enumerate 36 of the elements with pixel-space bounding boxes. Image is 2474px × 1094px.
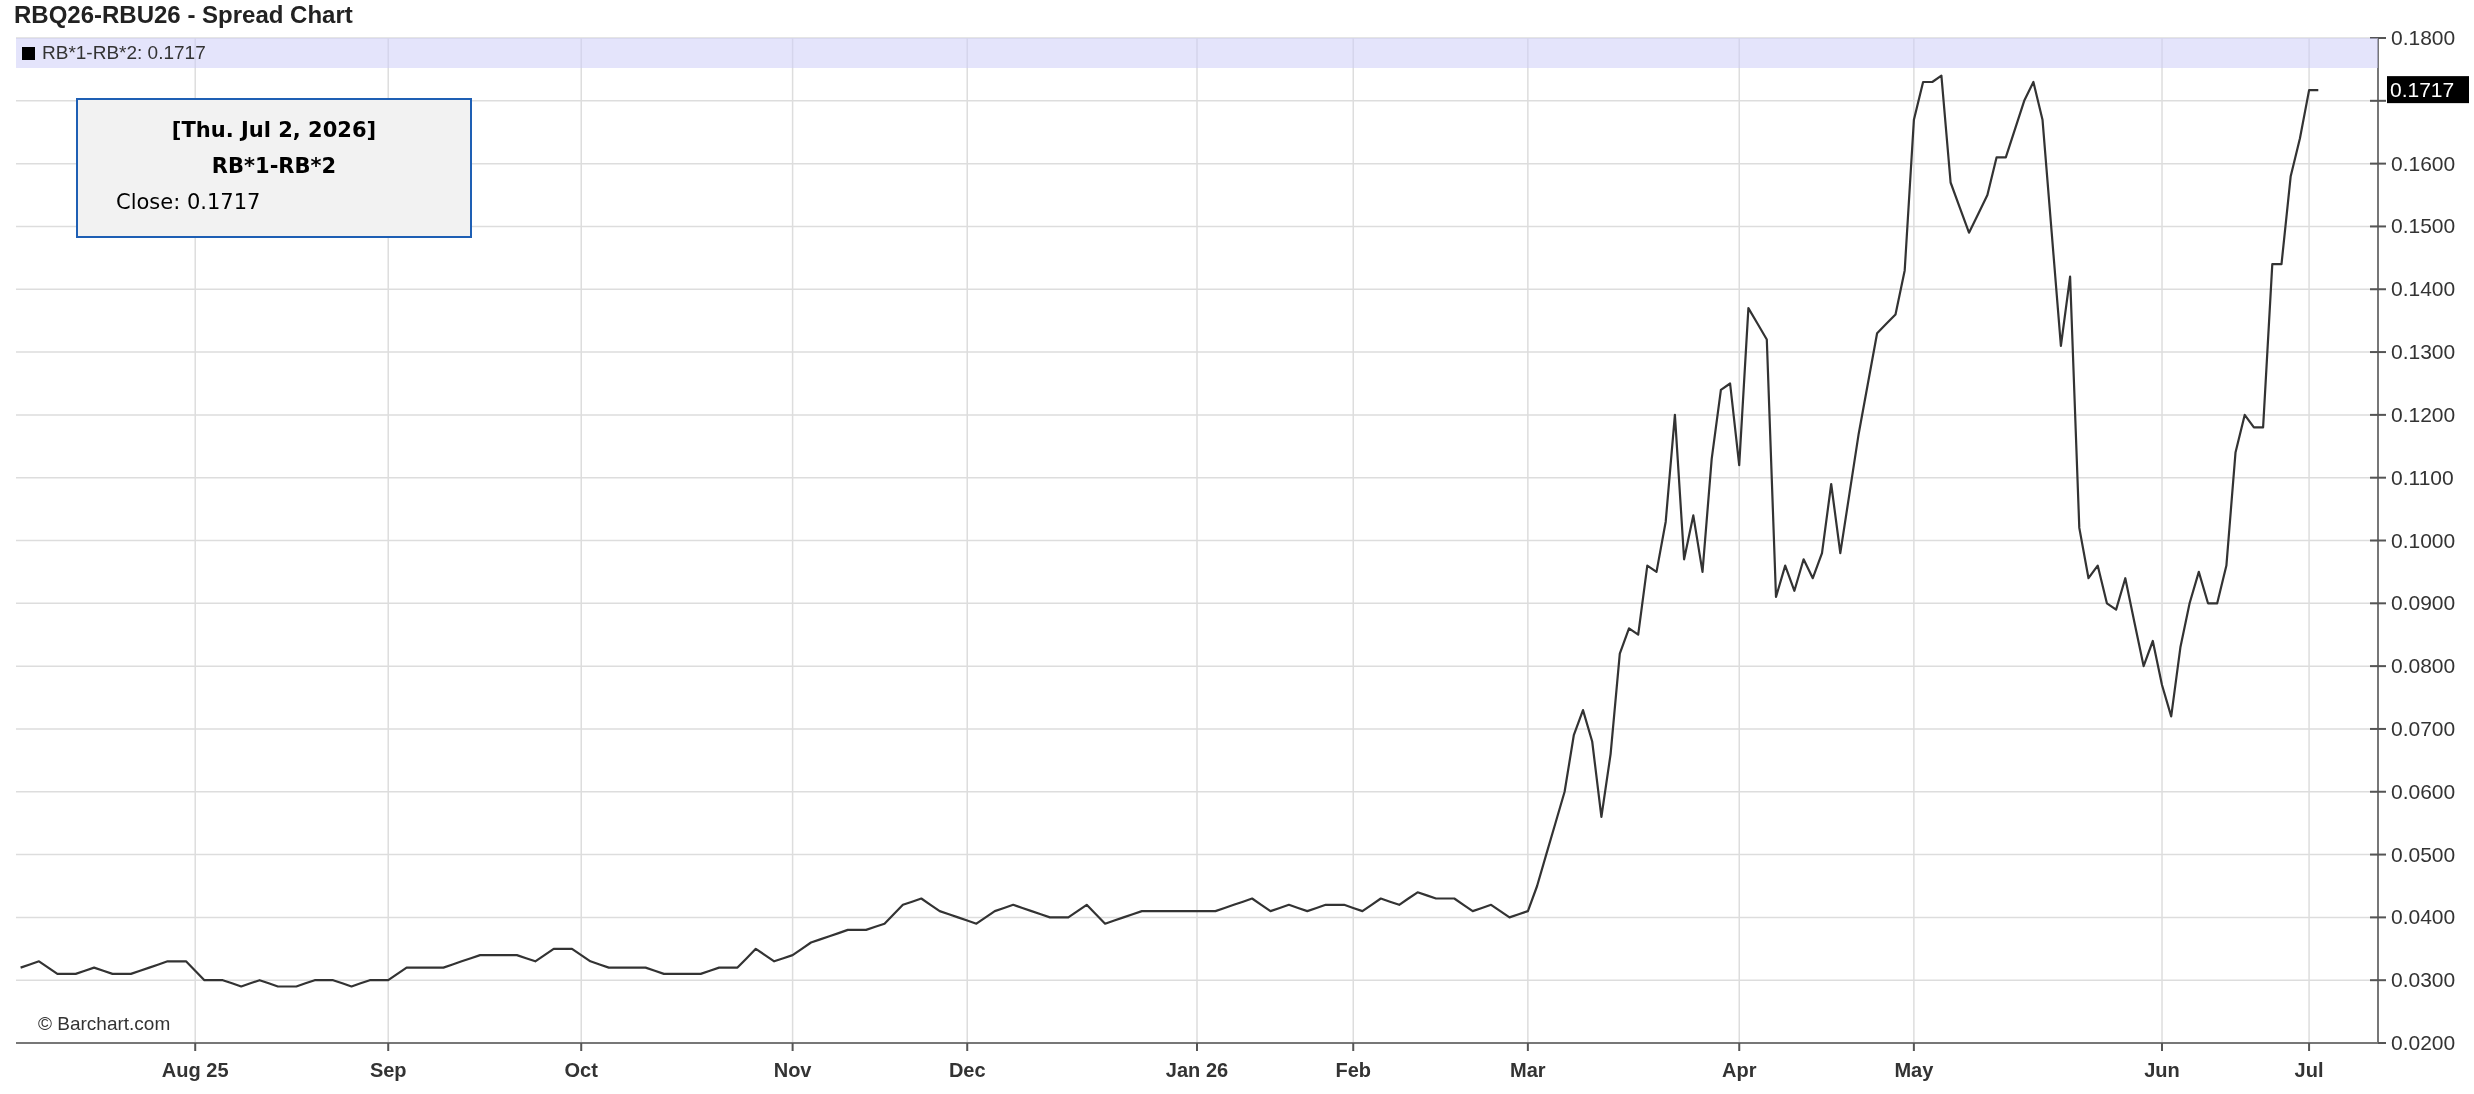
y-tick-label: 0.1200 — [2391, 402, 2456, 426]
y-tick-label: 0.0700 — [2391, 716, 2456, 740]
y-tick-label: 0.1300 — [2391, 340, 2456, 364]
y-tick-label: 0.0300 — [2391, 968, 2456, 992]
x-tick-label: Apr — [1722, 1059, 1757, 1081]
x-tick-label: Jun — [2144, 1059, 2180, 1081]
x-tick-label: Jan 26 — [1165, 1059, 1229, 1081]
y-tick-label: 0.1500 — [2391, 214, 2456, 238]
x-tick-label: Nov — [773, 1059, 812, 1081]
legend-square-icon — [22, 46, 35, 60]
x-tick-label: May — [1894, 1059, 1934, 1081]
chart-title: RBQ26-RBU26 - Spread Chart — [13, 0, 354, 30]
y-tick-label: 0.0400 — [2391, 905, 2456, 929]
x-tick-label: Sep — [369, 1059, 407, 1081]
y-tick-label: 0.0600 — [2391, 779, 2456, 803]
y-tick-label: 0.1600 — [2391, 151, 2456, 175]
tooltip-close: Close: 0.1717 — [115, 189, 262, 216]
last-value-label: 0.1717 — [2387, 76, 2469, 104]
y-tick-label: 0.0900 — [2391, 591, 2456, 615]
y-tick-label: 0.0500 — [2391, 842, 2456, 866]
y-tick-label: 0.1800 — [2391, 30, 2456, 49]
legend-label: RB*1-RB*2: 0.1717 — [42, 42, 206, 64]
x-tick-label: Dec — [948, 1059, 986, 1081]
x-tick-label: Feb — [1335, 1059, 1371, 1081]
y-tick-label: 0.0800 — [2391, 654, 2456, 678]
y-tick-label: 0.1000 — [2391, 528, 2456, 552]
y-tick-label: 0.0200 — [2391, 1031, 2456, 1054]
x-tick-label: Mar — [1510, 1059, 1546, 1081]
credit-text: © Barchart.com — [38, 1013, 171, 1034]
tooltip-series: RB*1-RB*2 — [210, 153, 338, 180]
x-tick-label: Aug 25 — [161, 1059, 229, 1081]
y-tick-label: 0.1100 — [2391, 465, 2454, 489]
y-tick-label: 0.1400 — [2391, 277, 2456, 301]
tooltip-date: [Thu. Jul 2, 2026] — [170, 117, 378, 144]
x-tick-label: Jul — [2294, 1059, 2324, 1081]
x-tick-label: Oct — [564, 1059, 598, 1081]
